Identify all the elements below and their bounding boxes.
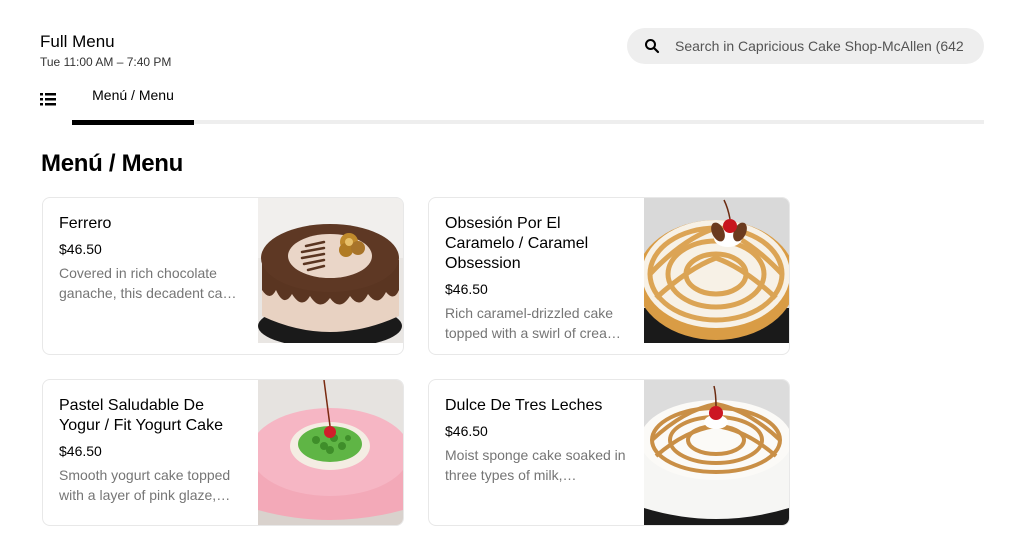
menu-item-card[interactable]: Ferrero $46.50 Covered in rich chocolate… [42,197,404,355]
menu-item-card[interactable]: Obsesión Por El Caramelo / Caramel Obses… [428,197,790,355]
menu-header: Full Menu Tue 11:00 AM – 7:40 PM [40,32,171,69]
item-name: Obsesión Por El Caramelo / Caramel Obses… [445,215,589,272]
tab-menu[interactable]: Menú / Menu [72,87,194,103]
list-icon[interactable] [40,92,56,106]
chocolate-cake-image [258,198,403,343]
item-name: Pastel Saludable De Yogur / Fit Yogurt C… [59,397,223,434]
item-description: Moist sponge cake soaked in three types … [445,447,626,483]
menu-item-card[interactable]: Pastel Saludable De Yogur / Fit Yogurt C… [42,379,404,526]
tab-active-indicator [72,120,194,125]
search-bar[interactable] [627,28,984,64]
search-input[interactable] [675,28,965,64]
menu-item-card[interactable]: Dulce De Tres Leches $46.50 Moist sponge… [428,379,790,526]
item-description: Smooth yogurt cake topped with a layer o… [59,467,231,503]
item-name: Dulce De Tres Leches [445,397,603,414]
menu-hours: Tue 11:00 AM – 7:40 PM [40,55,172,69]
item-name: Ferrero [59,215,112,232]
item-price: $46.50 [445,281,488,297]
yogurt-cake-image [258,380,403,525]
caramel-cake-image [644,198,789,343]
item-description: Covered in rich chocolate ganache, this … [59,265,238,301]
item-price: $46.50 [445,423,488,439]
item-description: Rich caramel-drizzled cake topped with a… [445,305,619,341]
tres-leches-cake-image [644,380,789,525]
section-heading: Menú / Menu [41,150,184,177]
search-icon [645,39,660,54]
item-price: $46.50 [59,241,102,257]
item-price: $46.50 [59,443,102,459]
menu-title: Full Menu [40,32,115,51]
tab-track [72,120,984,124]
